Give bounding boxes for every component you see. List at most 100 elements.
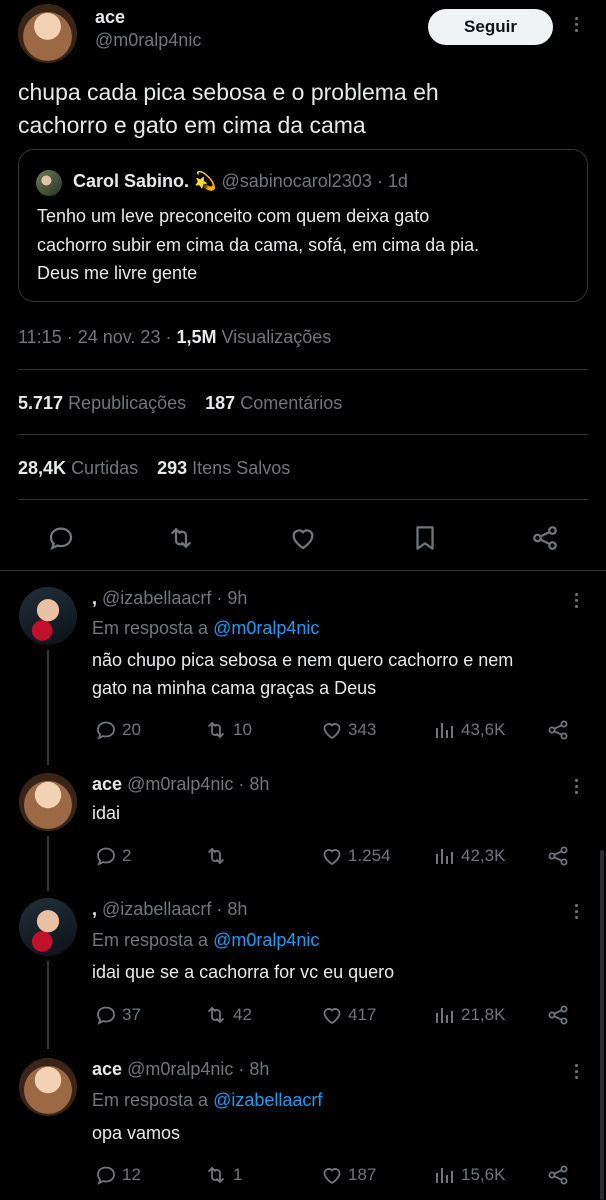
more-icon[interactable]	[566, 776, 586, 800]
reply-avatar[interactable]	[19, 1058, 77, 1116]
reply-comment-button[interactable]: 37	[94, 1003, 141, 1027]
divider	[18, 434, 588, 435]
scrollbar[interactable]	[600, 850, 604, 1200]
reply-repost-button[interactable]: 10	[203, 718, 252, 742]
reply-like-button[interactable]: 1.254	[320, 844, 391, 868]
reply-avatar[interactable]	[19, 773, 77, 831]
share-icon[interactable]	[530, 523, 560, 553]
reply-author-handle[interactable]: @m0ralp4nic	[127, 1059, 233, 1079]
comments-stat[interactable]: 187 Comentários	[205, 393, 342, 413]
reply-context-label: Em resposta a	[92, 1090, 209, 1110]
heart-icon	[320, 1003, 344, 1027]
reply-repost-button[interactable]	[203, 844, 233, 868]
views-count: 42,3K	[461, 846, 506, 865]
quoted-tweet[interactable]: Carol Sabino. 💫 @sabinocarol2303 · 1d Te…	[18, 149, 588, 302]
quote-text-line3: Deus me livre gente	[37, 263, 198, 283]
saved-label: Itens Salvos	[192, 458, 291, 478]
more-icon[interactable]	[566, 1061, 586, 1085]
quote-author-handle[interactable]: @sabinocarol2303	[221, 171, 371, 191]
reply-text-line1: idai que se a cachorra for vc eu quero	[92, 962, 395, 982]
reply-author-handle[interactable]: @m0ralp4nic	[127, 774, 233, 794]
views-label: Visualizações	[221, 327, 332, 347]
reply-like-button[interactable]: 417	[320, 1003, 376, 1027]
more-icon[interactable]	[566, 14, 586, 38]
reply-time[interactable]: 9h	[227, 588, 247, 608]
reposts-count: 5.717	[18, 393, 64, 413]
reply-repost-button[interactable]: 1	[203, 1163, 242, 1187]
saved-stat[interactable]: 293 Itens Salvos	[157, 458, 290, 478]
comment-icon	[94, 844, 118, 868]
reply-repost-button[interactable]: 42	[203, 1003, 252, 1027]
reply-to-link[interactable]: @izabellaacrf	[213, 1090, 322, 1110]
quote-avatar[interactable]	[36, 170, 62, 196]
reply-to-link[interactable]: @m0ralp4nic	[213, 930, 319, 950]
share-icon[interactable]	[546, 1003, 570, 1027]
views-icon	[433, 718, 457, 742]
reply-views-button[interactable]: 15,6K	[433, 1163, 505, 1187]
reply-time[interactable]: 8h	[227, 899, 247, 919]
tweet-text-line2: cachorro e gato em cima da cama	[18, 112, 366, 138]
share-icon[interactable]	[546, 1163, 570, 1187]
stats-row-2: 28,4K Curtidas 293 Itens Salvos	[18, 458, 290, 479]
reposts-label: Republicações	[68, 393, 187, 413]
author-handle[interactable]: @m0ralp4nic	[95, 30, 201, 51]
share-icon[interactable]	[546, 718, 570, 742]
comment-icon[interactable]	[46, 523, 76, 553]
reply-views-button[interactable]: 21,8K	[433, 1003, 505, 1027]
views-count: 21,8K	[461, 1005, 506, 1024]
reply-comment-button[interactable]: 2	[94, 844, 131, 868]
reply-avatar[interactable]	[19, 587, 77, 645]
reply-text-line1: idai	[92, 803, 121, 823]
like-count: 187	[348, 1165, 377, 1184]
comment-count: 37	[122, 1005, 141, 1024]
reply-author-name[interactable]: ,	[92, 899, 97, 919]
heart-icon[interactable]	[288, 523, 318, 553]
reply-comment-button[interactable]: 20	[94, 718, 141, 742]
views-icon	[433, 1003, 457, 1027]
saved-count: 293	[157, 458, 188, 478]
reply-views-button[interactable]: 42,3K	[433, 844, 505, 868]
reposts-stat[interactable]: 5.717 Republicações	[18, 393, 186, 413]
reply-text-line1: opa vamos	[92, 1123, 181, 1143]
comment-count: 20	[122, 720, 141, 739]
reply-views-button[interactable]: 43,6K	[433, 718, 505, 742]
reply-comment-button[interactable]: 12	[94, 1163, 141, 1187]
views-icon	[433, 844, 457, 868]
like-count: 417	[348, 1005, 377, 1024]
divider	[18, 499, 588, 500]
more-icon[interactable]	[566, 590, 586, 614]
more-icon[interactable]	[566, 901, 586, 925]
repost-icon[interactable]	[166, 523, 196, 553]
views-icon	[433, 1163, 457, 1187]
bookmark-icon[interactable]	[410, 523, 440, 553]
heart-icon	[320, 718, 344, 742]
tweet-time[interactable]: 11:15	[18, 327, 62, 347]
quote-time[interactable]: 1d	[388, 171, 408, 191]
comment-count: 2	[122, 846, 132, 865]
reply-time[interactable]: 8h	[249, 1059, 269, 1079]
repost-icon	[203, 1003, 229, 1027]
tweet-date[interactable]: 24 nov. 23	[78, 327, 161, 347]
likes-stat[interactable]: 28,4K Curtidas	[18, 458, 138, 478]
quote-text-line1: Tenho um leve preconceito com quem deixa…	[37, 206, 430, 226]
quote-author-name[interactable]: Carol Sabino.	[73, 171, 189, 191]
likes-label: Curtidas	[71, 458, 139, 478]
quote-text-line2: cachorro subir em cima da cama, sofá, em…	[37, 235, 480, 255]
author-name[interactable]: ace	[95, 7, 125, 28]
follow-button[interactable]: Seguir	[428, 9, 553, 45]
divider	[18, 369, 588, 370]
reply-author-name[interactable]: ace	[92, 1059, 122, 1079]
author-avatar[interactable]	[18, 4, 77, 63]
reply-avatar[interactable]	[19, 898, 77, 956]
reply-author-name[interactable]: ace	[92, 774, 122, 794]
reply-author-handle[interactable]: @izabellaacrf	[102, 899, 211, 919]
reply-like-button[interactable]: 187	[320, 1163, 376, 1187]
comment-icon	[94, 718, 118, 742]
reply-like-button[interactable]: 343	[320, 718, 376, 742]
reply-author-handle[interactable]: @izabellaacrf	[102, 588, 211, 608]
reply-time[interactable]: 8h	[249, 774, 269, 794]
reply-author-name[interactable]: ,	[92, 588, 97, 608]
reply-to-link[interactable]: @m0ralp4nic	[213, 618, 319, 638]
heart-icon	[320, 1163, 344, 1187]
share-icon[interactable]	[546, 844, 570, 868]
